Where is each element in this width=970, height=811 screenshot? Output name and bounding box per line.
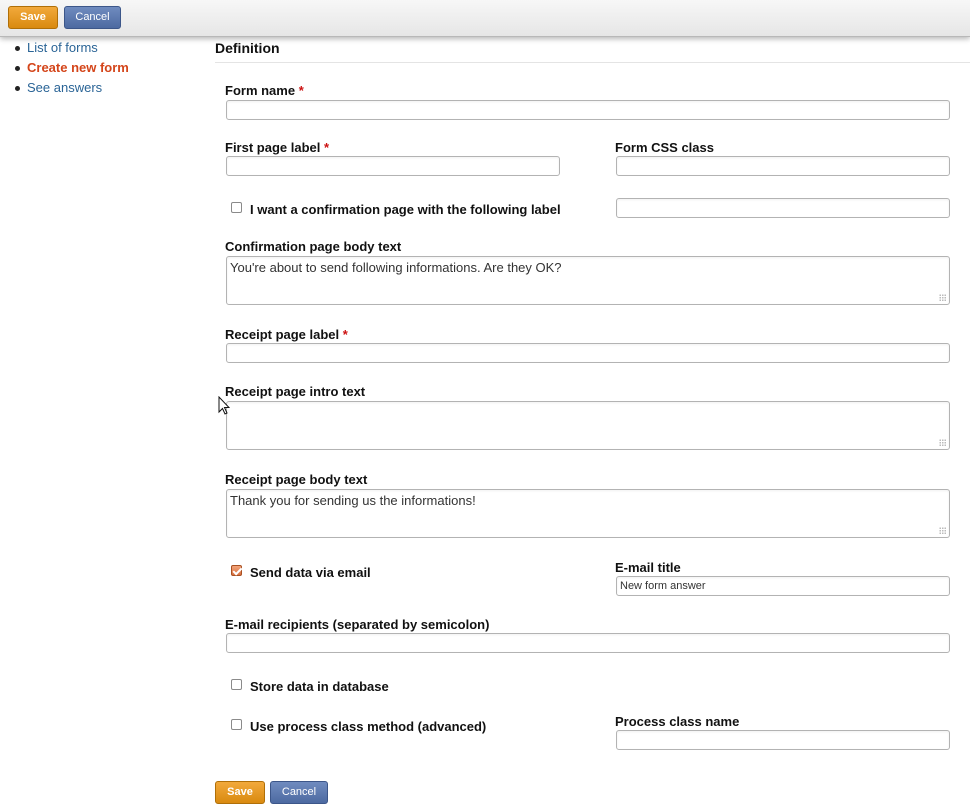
cancel-button[interactable]: Cancel: [64, 6, 121, 29]
email-recipients-label: E-mail recipients (separated by semicolo…: [225, 617, 490, 632]
section-title: Definition: [215, 40, 280, 56]
sidebar-link-create-new-form[interactable]: Create new form: [27, 60, 129, 76]
receipt-intro-label: Receipt page intro text: [225, 384, 366, 399]
process-class-name-input[interactable]: [616, 730, 950, 750]
required-marker: *: [298, 83, 304, 98]
confirmation-page-checkbox[interactable]: [231, 202, 242, 213]
store-db-label: Store data in database: [250, 679, 389, 694]
send-email-checkbox[interactable]: [231, 565, 242, 576]
divider: [215, 62, 970, 63]
process-class-label: Use process class method (advanced): [250, 719, 487, 734]
resize-grip-icon[interactable]: [939, 294, 946, 301]
email-title-input[interactable]: [616, 576, 950, 596]
store-db-checkbox[interactable]: [231, 679, 242, 690]
resize-grip-icon[interactable]: [939, 527, 946, 534]
required-marker: *: [342, 327, 348, 342]
form-name-label: Form name *: [225, 83, 304, 98]
top-toolbar: Save Cancel: [0, 0, 970, 37]
confirmation-body-textarea[interactable]: You're about to send following informati…: [226, 256, 950, 305]
receipt-page-label-input[interactable]: [226, 343, 950, 363]
save-button[interactable]: Save: [8, 6, 58, 29]
mouse-cursor-icon: [218, 396, 230, 415]
email-recipients-input[interactable]: [226, 633, 950, 653]
receipt-body-text: Thank you for sending us the information…: [230, 493, 476, 508]
bullet-icon: [15, 46, 20, 51]
sidebar-link-see-answers[interactable]: See answers: [27, 80, 102, 96]
form-css-class-input[interactable]: [616, 156, 950, 176]
footer-cancel-button[interactable]: Cancel: [270, 781, 328, 804]
resize-grip-icon[interactable]: [939, 439, 946, 446]
bullet-icon: [15, 86, 20, 91]
first-page-label-input[interactable]: [226, 156, 560, 176]
receipt-body-textarea[interactable]: Thank you for sending us the information…: [226, 489, 950, 538]
confirmation-body-text: You're about to send following informati…: [230, 260, 562, 275]
sidebar-link-list-of-forms[interactable]: List of forms: [27, 40, 98, 56]
form-css-class-label: Form CSS class: [615, 140, 714, 155]
process-class-name-label: Process class name: [615, 714, 740, 729]
email-title-label: E-mail title: [615, 560, 681, 575]
receipt-body-label: Receipt page body text: [225, 472, 368, 487]
confirmation-page-label-input[interactable]: [616, 198, 950, 218]
form-name-input[interactable]: [226, 100, 950, 120]
receipt-page-label-label: Receipt page label *: [225, 327, 348, 342]
first-page-label-text: First page label: [225, 140, 321, 155]
confirmation-page-label: I want a confirmation page with the foll…: [250, 202, 561, 217]
receipt-intro-textarea[interactable]: [226, 401, 950, 450]
first-page-label-label: First page label *: [225, 140, 329, 155]
send-email-label: Send data via email: [250, 565, 371, 580]
form-name-label-text: Form name: [225, 83, 296, 98]
process-class-checkbox[interactable]: [231, 719, 242, 730]
bullet-icon: [15, 66, 20, 71]
required-marker: *: [324, 140, 330, 155]
receipt-page-label-text: Receipt page label: [225, 327, 340, 342]
footer-save-button[interactable]: Save: [215, 781, 265, 804]
confirmation-body-label: Confirmation page body text: [225, 239, 402, 254]
